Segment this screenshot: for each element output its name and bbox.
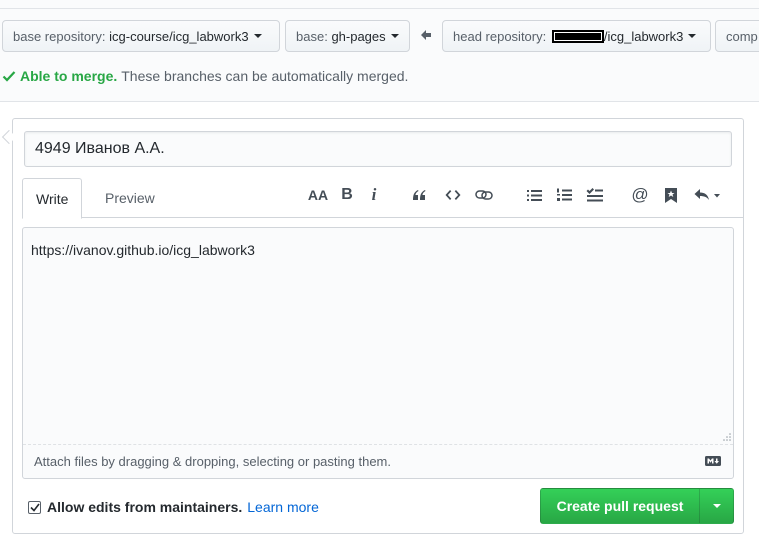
italic-glyph: i — [371, 185, 377, 204]
base-repository-value: icg-course/icg_labwork3 — [109, 28, 249, 44]
merge-status: Able to merge. These branches can be aut… — [2, 68, 408, 84]
arrow-left-icon — [420, 28, 432, 44]
base-branch-value: gh-pages — [331, 28, 386, 44]
title-input-value: 4949 Иванов А.А. — [35, 140, 165, 157]
allow-edits-label[interactable]: Allow edits from maintainers. — [47, 499, 242, 515]
tab-preview-label: Preview — [105, 190, 155, 206]
chevron-down-icon — [390, 34, 399, 38]
checkmark-icon — [29, 503, 40, 512]
base-repository-label: base repository: — [13, 28, 106, 44]
bold-glyph: B — [341, 186, 353, 203]
chevron-down-icon — [688, 34, 697, 38]
text-size-glyph: AA — [307, 187, 329, 203]
merge-status-message: These branches can be automatically merg… — [121, 68, 409, 84]
bookmark-icon[interactable] — [661, 184, 681, 206]
mention-icon[interactable]: @ — [630, 184, 650, 206]
resize-handle-icon[interactable] — [723, 433, 731, 441]
body-textarea-value: https://ivanov.github.io/icg_labwork3 — [31, 242, 255, 258]
compare-branch-label: comp — [726, 28, 758, 44]
unordered-list-icon[interactable] — [523, 184, 545, 206]
allow-edits-checkbox[interactable] — [28, 500, 41, 514]
create-pull-request-button[interactable]: Create pull request — [540, 488, 700, 524]
markdown-icon[interactable] — [705, 456, 721, 466]
check-icon — [2, 71, 16, 82]
tab-preview[interactable]: Preview — [92, 178, 168, 218]
divider — [23, 444, 733, 445]
base-branch-label: base: — [296, 28, 328, 44]
merge-status-label: Able to merge. — [20, 68, 118, 84]
tab-write-label: Write — [36, 190, 69, 207]
allow-edits-row: Allow edits from maintainers. Learn more — [28, 499, 319, 515]
link-icon[interactable] — [473, 184, 495, 206]
compare-bar: base repository: icg-course/icg_labwork3… — [0, 0, 759, 102]
ordered-list-icon[interactable] — [553, 184, 575, 206]
chevron-down-icon — [253, 34, 262, 38]
title-input[interactable]: 4949 Иванов А.А. — [24, 131, 732, 167]
chevron-down-icon — [712, 504, 721, 508]
base-repository-select[interactable]: base repository: icg-course/icg_labwork3 — [2, 20, 280, 52]
body-textarea[interactable]: https://ivanov.github.io/icg_labwork3 At… — [22, 227, 734, 479]
base-branch-select[interactable]: base: gh-pages — [285, 20, 410, 52]
learn-more-link[interactable]: Learn more — [247, 499, 319, 515]
bold-icon[interactable]: B — [338, 184, 356, 206]
attach-files-hint[interactable]: Attach files by dragging & dropping, sel… — [34, 454, 391, 469]
compare-branch-select[interactable]: comp — [715, 20, 759, 52]
code-icon[interactable] — [442, 184, 464, 206]
head-repository-value: /icg_labwork3 — [603, 28, 684, 44]
quote-icon[interactable] — [408, 184, 430, 206]
divider — [0, 8, 759, 9]
mention-glyph: @ — [631, 185, 649, 204]
head-repository-select[interactable]: head repository: /icg_labwork3 — [442, 20, 711, 52]
task-list-icon[interactable] — [583, 184, 605, 206]
create-pull-request-label: Create pull request — [556, 498, 684, 514]
tab-write[interactable]: Write — [22, 178, 83, 219]
reply-icon[interactable] — [692, 184, 724, 206]
text-size-icon[interactable]: AA — [306, 184, 330, 206]
create-options-dropdown[interactable] — [699, 488, 734, 524]
italic-icon[interactable]: i — [366, 184, 382, 206]
redacted-owner — [551, 29, 604, 43]
head-repository-label: head repository: — [453, 28, 547, 44]
